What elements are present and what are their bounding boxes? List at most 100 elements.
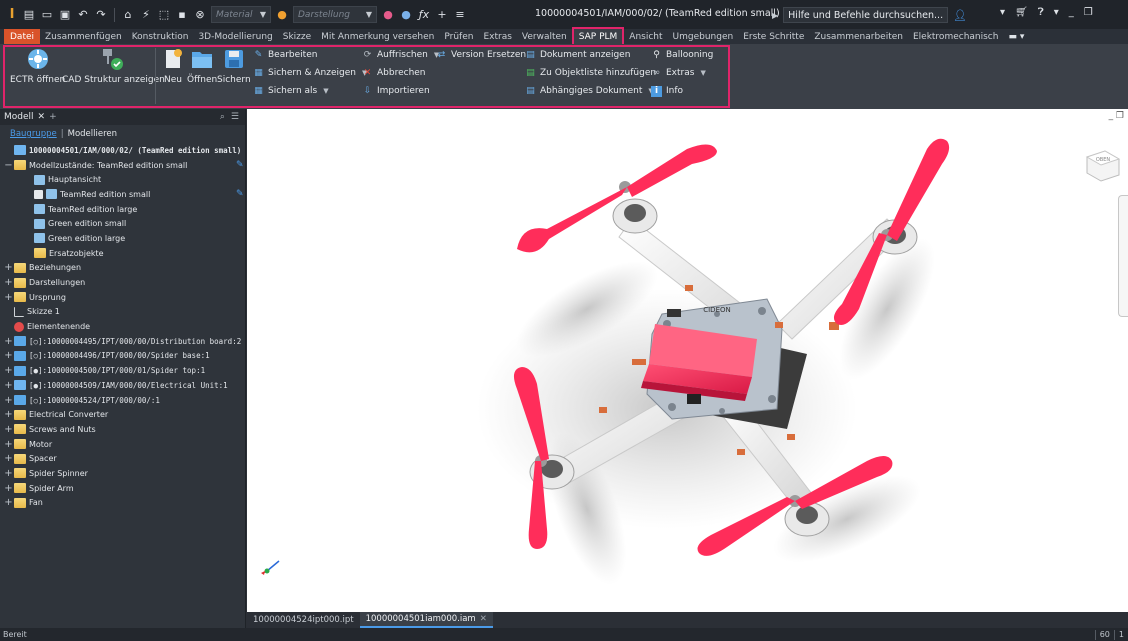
tree-row[interactable]: − Modellzustände: TeamRed edition small ✎: [0, 158, 245, 173]
tab-skizze[interactable]: Skizze: [278, 29, 316, 44]
undo-icon[interactable]: ↶: [76, 8, 90, 22]
tree-row[interactable]: + Beziehungen: [0, 261, 245, 276]
show-document-button[interactable]: ▤ Dokument anzeigen: [525, 48, 630, 62]
tree-row[interactable]: + Ursprung: [0, 290, 245, 305]
open-button[interactable]: Öffnen: [187, 47, 217, 85]
material-select[interactable]: Material ▼: [211, 6, 271, 23]
tab-konstruktion[interactable]: Konstruktion: [127, 29, 194, 44]
tree-row[interactable]: TeamRed edition small ✎: [0, 187, 245, 202]
parameters-fx-icon[interactable]: ƒx: [417, 8, 431, 22]
tree-row[interactable]: + Electrical Converter: [0, 407, 245, 422]
tab-ansicht[interactable]: Ansicht: [624, 29, 667, 44]
tab-modell[interactable]: Modell: [4, 112, 34, 122]
ballooning-button[interactable]: ⚲ Ballooning: [651, 48, 713, 62]
chevron-down-icon[interactable]: ▾: [1000, 7, 1005, 18]
dependent-document-button[interactable]: ▤ Abhängiges Dokument ▼: [525, 84, 654, 98]
tree-row[interactable]: 10000004501/IAM/000/02/ (TeamRed edition…: [0, 143, 245, 158]
expand-icon[interactable]: +: [4, 453, 13, 464]
new-file-icon[interactable]: ▤: [22, 8, 36, 22]
drone-model[interactable]: CIDEON: [247, 109, 1128, 612]
tree-row[interactable]: + [○]:10000004495/IPT/000/00/Distribution…: [0, 334, 245, 349]
collapse-icon[interactable]: −: [4, 160, 13, 171]
expand-icon[interactable]: +: [4, 439, 13, 450]
search-icon[interactable]: ⌕: [220, 112, 225, 122]
tab-elektromechanisch[interactable]: Elektromechanisch: [908, 29, 1004, 44]
tree-row[interactable]: Elementenende: [0, 319, 245, 334]
ectr-open-button[interactable]: ECTR öffnen: [10, 47, 65, 85]
cad-structure-button[interactable]: CAD Struktur anzeigen: [62, 47, 165, 85]
expand-icon[interactable]: +: [4, 424, 13, 435]
info-button[interactable]: i Info: [651, 84, 683, 98]
customize-qat-icon[interactable]: ≡: [453, 8, 467, 22]
extras-button[interactable]: ∞ Extras ▼: [651, 66, 706, 80]
help-search-input[interactable]: Hilfe und Befehle durchsuchen...: [783, 7, 949, 23]
tree-row[interactable]: + [●]:10000004509/IAM/000/00/Electrical U…: [0, 378, 245, 393]
expand-icon[interactable]: +: [4, 292, 13, 303]
baugruppe-link[interactable]: Baugruppe: [10, 129, 57, 139]
graphics-viewport[interactable]: _ ❐ CIDEON OBEN: [247, 109, 1128, 612]
tree-row[interactable]: + Fan: [0, 496, 245, 511]
tab-erste-schritte[interactable]: Erste Schritte: [738, 29, 809, 44]
tab-extras[interactable]: Extras: [478, 29, 516, 44]
expand-icon[interactable]: +: [4, 336, 13, 347]
tree-row[interactable]: Hauptansicht: [0, 172, 245, 187]
tree-row[interactable]: + [○]:10000004496/IPT/000/00/Spider base:…: [0, 349, 245, 364]
navigation-bar[interactable]: [1118, 195, 1128, 317]
redo-icon[interactable]: ↷: [94, 8, 108, 22]
import-button[interactable]: ⇩ Importieren: [362, 84, 430, 98]
tree-row[interactable]: + [●]:10000004500/IPT/000/01/Spider top:1: [0, 363, 245, 378]
edit-pencil-icon[interactable]: ✎: [236, 189, 244, 199]
help-icon[interactable]: ❓︎: [1038, 7, 1044, 18]
menu-icon[interactable]: ☰: [231, 112, 239, 122]
expand-icon[interactable]: +: [4, 365, 13, 376]
select-icon[interactable]: ⬚: [157, 8, 171, 22]
expand-icon[interactable]: +: [4, 350, 13, 361]
tree-row[interactable]: + Spider Spinner: [0, 466, 245, 481]
close-icon[interactable]: ✕: [480, 614, 487, 624]
clear-override-icon[interactable]: ⊗: [193, 8, 207, 22]
tab-sap-plm[interactable]: SAP PLM: [571, 27, 625, 44]
help-search[interactable]: ▶ Hilfe und Befehle durchsuchen... 👤︎: [772, 7, 968, 23]
tree-row[interactable]: Green edition large: [0, 231, 245, 246]
tree-row[interactable]: Green edition small: [0, 216, 245, 231]
update-icon[interactable]: ⚡: [139, 8, 153, 22]
home-icon[interactable]: ⌂: [121, 8, 135, 22]
expand-icon[interactable]: +: [4, 468, 13, 479]
cart-icon[interactable]: 🛒︎: [1015, 7, 1028, 18]
expand-icon[interactable]: +: [4, 497, 13, 508]
open-folder-icon[interactable]: ▭: [40, 8, 54, 22]
tree-row[interactable]: + Spider Arm: [0, 481, 245, 496]
tab-umgebungen[interactable]: Umgebungen: [668, 29, 739, 44]
doc-tab-iam[interactable]: 10000004501iam000.iam ✕: [359, 612, 493, 628]
expand-icon[interactable]: +: [4, 277, 13, 288]
edit-button[interactable]: ✎ Bearbeiten: [253, 48, 318, 62]
appearance-select[interactable]: Darstellung ▼: [293, 6, 377, 23]
tab-pruefen[interactable]: Prüfen: [439, 29, 478, 44]
edit-pencil-icon[interactable]: ✎: [236, 160, 244, 170]
tree-row[interactable]: + [○]:10000004524/IPT/000/00/:1: [0, 393, 245, 408]
tab-zusammenfuegen[interactable]: Zusammenfügen: [40, 29, 127, 44]
add-tab-icon[interactable]: +: [49, 112, 57, 122]
new-button[interactable]: Neu: [161, 47, 185, 85]
doc-tab-ipt[interactable]: 10000004524ipt000.ipt: [247, 612, 360, 628]
tab-verwalten[interactable]: Verwalten: [517, 29, 572, 44]
cancel-button[interactable]: ✕ Abbrechen: [362, 66, 426, 80]
tree-row[interactable]: Skizze 1: [0, 305, 245, 320]
tree-row[interactable]: + Spacer: [0, 451, 245, 466]
tab-datei[interactable]: Datei: [4, 29, 41, 44]
restore-icon[interactable]: ❐: [1084, 7, 1093, 18]
chevron-down-icon[interactable]: ▾: [1054, 7, 1059, 18]
expand-icon[interactable]: +: [4, 380, 13, 391]
tree-row[interactable]: Ersatzobjekte: [0, 246, 245, 261]
app-logo-icon[interactable]: I: [6, 7, 18, 22]
tree-row[interactable]: + Darstellungen: [0, 275, 245, 290]
viewcube[interactable]: OBEN: [1083, 147, 1123, 185]
add-to-objectlist-button[interactable]: ▤ Zu Objektliste hinzufügen: [525, 66, 656, 80]
tab-anmerkung[interactable]: Mit Anmerkung versehen: [316, 29, 439, 44]
add-icon[interactable]: +: [435, 8, 449, 22]
user-icon[interactable]: 👤︎: [953, 9, 967, 22]
sketch-mode-icon[interactable]: ▪: [175, 8, 189, 22]
refresh-button[interactable]: ⟳ Auffrischen ▼: [362, 48, 440, 62]
expand-icon[interactable]: +: [4, 409, 13, 420]
clear-appearance-icon[interactable]: ●: [399, 8, 413, 22]
